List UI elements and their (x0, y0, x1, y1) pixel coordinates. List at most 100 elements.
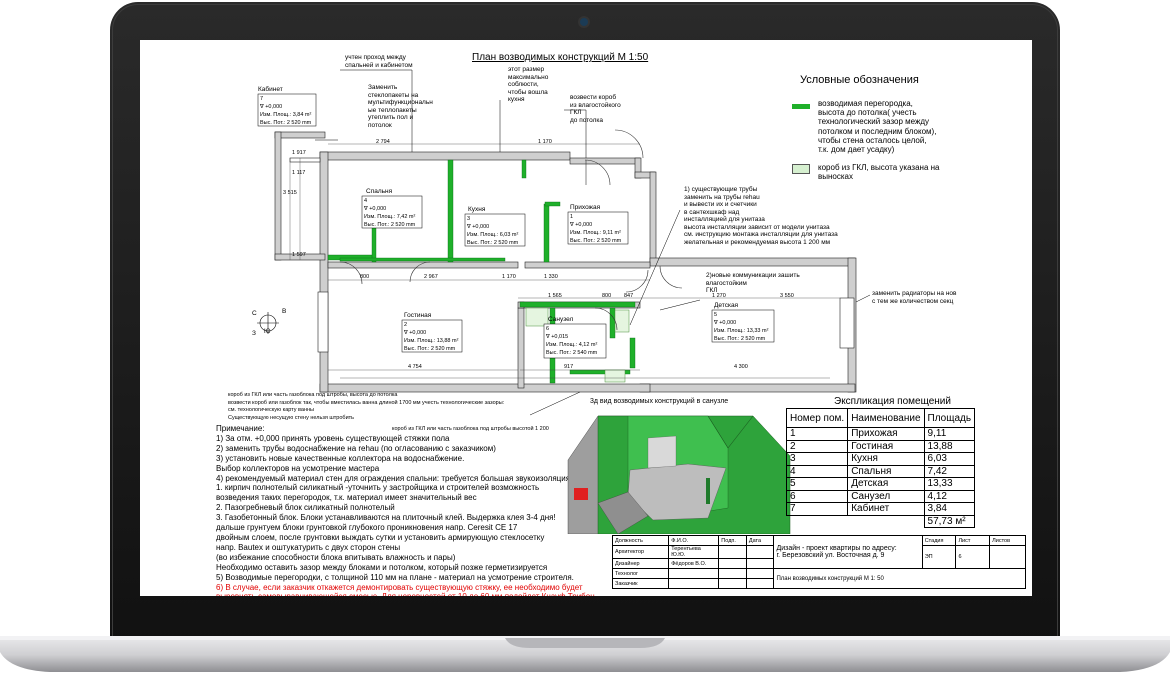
table-cell: Кабинет (847, 502, 925, 516)
room-info-kitchen: 3 ∇ +0,000 Изм. Площ.: 6,03 m² Выс. Пот.: 2… (467, 216, 519, 246)
note-line: дальше грунтуем блоки грунтовкой глубоко… (216, 523, 518, 533)
stamp-person: Фёдоров В.О. (668, 558, 720, 569)
stamp-stage-header: Стадия (921, 535, 957, 546)
note-line: возведения таких перегородок, т.к. матер… (216, 493, 477, 503)
room-name-cabinet: Кабинет (258, 86, 283, 93)
stamp-role: Дизайнер (611, 558, 670, 569)
stamp-stage: ЭП (921, 545, 957, 569)
table-cell: 2 (785, 439, 849, 453)
compass-v: В (282, 308, 287, 315)
explication-title: Экспликация помещений (834, 396, 951, 407)
table-cell: 4 (785, 464, 849, 478)
table-cell: 7 (785, 502, 849, 516)
table-cell: Прихожая (847, 427, 925, 441)
camera-icon (580, 18, 588, 26)
note-line: двойным слоем, после грунтовки выждать с… (216, 532, 545, 542)
dim-label: 1 117 (292, 170, 306, 176)
dim-label: 1 170 (502, 274, 516, 280)
table-cell: Спальня (847, 464, 925, 478)
callout-comms: 2)новые коммуникации зашить влагостойким Г… (706, 272, 800, 294)
bathroom-3d-view (567, 415, 791, 534)
dim-label: 800 (602, 293, 612, 299)
callout-passage: учтен проход между спальней и кабинетом (345, 54, 413, 69)
table-row: 7 Кабинет 3,84 (785, 502, 976, 516)
drawing-sheet: План возводимых конструкций М 1:50 Услов… (140, 40, 1032, 596)
dim-label: 4 754 (408, 364, 422, 370)
room-info-living: 2 ∇ +0,000 Изм. Площ.: 13,88 m² Выс. Пот.: … (404, 322, 459, 352)
callout-windows: Заменить стеклопакеты на мультифункциональ… (368, 84, 433, 129)
room-name-kids: Детская (714, 302, 739, 309)
room-info-kids: 5 ∇ +0,000 Изм. Площ.: 13,33 m² Выс. Пот.: … (714, 312, 769, 342)
table-cell: 5 (785, 477, 849, 491)
table-row: 1 Прихожая 9,11 (785, 427, 976, 441)
stamp-person (668, 568, 720, 579)
stamp-person: Терентьева Ю.Ю. (668, 545, 720, 559)
compass-s: С (252, 310, 257, 317)
table-row: 5 Детская 13,33 (785, 477, 976, 491)
room-info-bathroom: 6 ∇ +0,015 Изм. Площ.: 4,12 m² Выс. Пот.: 2… (546, 326, 598, 356)
table-cell: 3 (785, 452, 849, 466)
table-header-row: Номер пом. Наименование Площадь (785, 408, 976, 428)
dim-label: 917 (564, 364, 574, 370)
notes-title: Примечание: (216, 424, 265, 433)
table-cell: 13,88 (923, 439, 976, 453)
table-total-row: 57,73 м² (787, 514, 976, 528)
table-row: 6 Санузел 4,12 (785, 489, 976, 503)
table-cell: Кухня (847, 452, 925, 466)
stamp-role: Архитектор (611, 545, 670, 559)
notes-block: Примечание: 1) За отм. +0,000 принять ур… (216, 424, 595, 596)
note-line: (во избежание способности блока впитыват… (216, 552, 456, 562)
callout-size: этот размер максимально соблюсти, чтобы вош… (508, 66, 549, 103)
table-cell: 4,12 (923, 489, 976, 503)
stamp-header: Должность (611, 535, 670, 546)
dim-label: 1 565 (548, 293, 562, 299)
room-name-hallway: Прихожая (570, 204, 601, 211)
room-info-bedroom: 4 ∇ +0,000 Изм. Площ.: 7,42 m² Выс. Пот.: 2… (364, 198, 416, 228)
stamp-person (668, 578, 720, 589)
stamp-project: Дизайн - проект квартиры по адресу: г. Бе… (773, 535, 923, 569)
table-cell: 1 (785, 427, 849, 441)
note-line: 2. Пазогребневый блок силикатный полноте… (216, 503, 395, 513)
stamp-sheet-title: План возводимых конструкций М 1: 50 (773, 568, 1026, 589)
room-name-kitchen: Кухня (468, 206, 486, 213)
dim-label: 2 967 (424, 274, 438, 280)
table-header: Наименование (847, 408, 925, 428)
stamp-header: Дата (745, 535, 775, 546)
note-line: 2) заменить трубы водоснабжение на rehau… (216, 443, 496, 453)
compass-yu: Ю (264, 328, 271, 335)
dim-label: 800 (360, 274, 370, 280)
dim-label: 4 300 (734, 364, 748, 370)
room-name-bathroom: Санузел (548, 316, 574, 323)
stamp-sheets-header: Листов (989, 535, 1026, 546)
room-name-living: Гостиная (404, 312, 432, 319)
note-line: 5) Возводимые перегородки, с толщиной 11… (216, 572, 574, 582)
note-line: Необходимо оставить зазор между блоками … (216, 562, 548, 572)
note-line: выровнять самовыравнивающейся смесью. Дл… (216, 592, 595, 596)
table-header: Площадь (923, 408, 976, 428)
table-cell: Санузел (847, 489, 925, 503)
room-info-hallway: 1 ∇ +0,000 Изм. Площ.: 9,11 m² Выс. Пот.: 2… (570, 214, 622, 244)
table-row: 3 Кухня 6,03 (785, 452, 976, 466)
room-info-cabinet: 7 ∇ +0,000 Изм. Площ.: 3,84 m² Выс. Пот.: 2… (260, 96, 312, 126)
dim-label: 1 917 (292, 150, 306, 156)
note-line: Выбор коллекторов на усмотрение мастера (216, 463, 380, 473)
table-cell: Гостиная (847, 439, 925, 453)
table-cell: 3,84 (923, 502, 976, 516)
callout-bath-box: короб из ГКЛ или часть газоблока под штр… (228, 392, 505, 421)
table-row: 2 Гостиная 13,88 (785, 439, 976, 453)
note-line: 1) За отм. +0,000 принять уровень сущест… (216, 433, 450, 443)
table-row: 4 Спальня 7,42 (785, 464, 976, 478)
callout-radiators: заменить радиаторы на нов с тем же количе… (872, 290, 957, 305)
dim-label: 2 794 (376, 139, 390, 145)
dim-label: 1 170 (538, 139, 552, 145)
view3d-title: 3д вид возводимых конструкций в санузле (590, 398, 729, 405)
stamp-sheet-header: Лист (955, 535, 991, 546)
laptop-base (0, 636, 1170, 672)
note-line: 4) рекомендуемый материал стен для ограж… (216, 473, 571, 483)
note-line: 6) В случае, если заказчик откажется дем… (216, 582, 583, 592)
note-line: 3) установить новые качественные коллект… (216, 453, 465, 463)
dim-label: 1 597 (292, 252, 306, 258)
compass-z: З (252, 330, 256, 337)
note-line: 3. Газобетонный блок. Блоки устанавливаю… (216, 513, 556, 523)
callout-box: возвести короб из влагостойкого ГКЛ до пото… (570, 94, 621, 124)
